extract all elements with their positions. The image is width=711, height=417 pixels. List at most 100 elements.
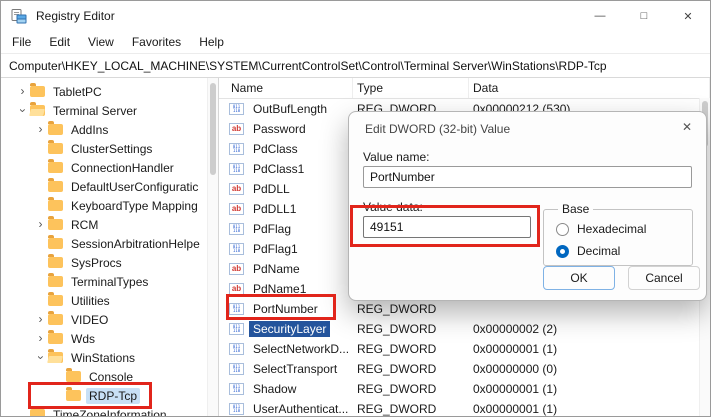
folder-icon <box>48 276 63 287</box>
value-name-text: PdClass1 <box>249 161 308 177</box>
tree-item-winstations[interactable]: › WinStations <box>1 348 207 367</box>
dialog-close-icon[interactable]: ✕ <box>682 120 692 134</box>
tree-item-label: ConnectionHandler <box>68 160 177 176</box>
value-name-text: PdFlag <box>249 221 295 237</box>
tree-item-tabletpc[interactable]: › TabletPC <box>1 82 207 101</box>
address-input[interactable]: Computer\HKEY_LOCAL_MACHINE\SYSTEM\Curre… <box>1 59 607 73</box>
minimize-button[interactable]: — <box>578 1 622 31</box>
tree-item-wds[interactable]: ›Wds <box>1 329 207 348</box>
value-name-cell: 011 110PdFlag <box>219 221 353 237</box>
radio-decimal[interactable]: Decimal <box>556 244 692 258</box>
base-radio-list: Hexadecimal Decimal <box>556 222 692 258</box>
tree-item-label: TabletPC <box>50 84 105 100</box>
value-name-cell: 011 110PortNumber <box>219 301 353 317</box>
value-row-portnumber[interactable]: 011 110PortNumberREG_DWORD <box>219 299 710 319</box>
tree-item-rcm[interactable]: ›RCM <box>1 215 207 234</box>
string-value-icon: ab <box>229 203 244 215</box>
dword-value-icon: 011 110 <box>229 143 244 155</box>
tree-item-defaultuserconfiguratic[interactable]: DefaultUserConfiguratic <box>1 177 207 196</box>
radio-hexadecimal[interactable]: Hexadecimal <box>556 222 692 236</box>
menu-favorites[interactable]: Favorites <box>123 32 190 52</box>
value-name-text: PdName <box>249 261 304 277</box>
tree-item-terminal-server[interactable]: › Terminal Server <box>1 101 207 120</box>
tree-item-timezoneinformation[interactable]: TimeZoneInformation <box>1 405 207 416</box>
list-header: NameTypeData <box>219 78 710 99</box>
value-type-text: REG_DWORD <box>353 342 469 356</box>
window-title: Registry Editor <box>36 9 115 23</box>
dialog-title: Edit DWORD (32-bit) Value <box>365 122 510 136</box>
value-name-cell: 011 110SecurityLayer <box>219 321 353 337</box>
chevron-collapsed-icon[interactable]: › <box>33 312 48 327</box>
folder-icon <box>66 371 81 382</box>
tree-item-connectionhandler[interactable]: ConnectionHandler <box>1 158 207 177</box>
column-header-type[interactable]: Type <box>353 78 469 98</box>
value-row-securitylayer[interactable]: 011 110SecurityLayerREG_DWORD0x00000002 … <box>219 319 710 339</box>
value-name-cell: 011 110Shadow <box>219 381 353 397</box>
tree-item-clustersettings[interactable]: ClusterSettings <box>1 139 207 158</box>
value-data-input[interactable]: 49151 <box>363 216 531 238</box>
dword-value-icon: 011 110 <box>229 403 244 415</box>
column-header-data[interactable]: Data <box>469 78 710 98</box>
value-name-text: PdFlag1 <box>249 241 302 257</box>
value-row-userauthenticat[interactable]: 011 110UserAuthenticat...REG_DWORD0x0000… <box>219 399 710 416</box>
chevron-expanded-icon[interactable]: › <box>33 350 48 365</box>
value-data-text: 0x00000002 (2) <box>469 322 710 336</box>
base-group: Base Hexadecimal Decimal <box>543 202 693 266</box>
value-name-field[interactable]: PortNumber <box>363 166 692 188</box>
tree-item-label: WinStations <box>68 350 138 366</box>
decimal-radio-icon[interactable] <box>556 245 569 258</box>
chevron-expanded-icon[interactable]: › <box>15 103 30 118</box>
folder-icon <box>48 333 63 344</box>
value-name-text: UserAuthenticat... <box>249 401 352 416</box>
tree-item-terminaltypes[interactable]: TerminalTypes <box>1 272 207 291</box>
tree-item-utilities[interactable]: Utilities <box>1 291 207 310</box>
tree-item-sessionarbitrationhelpe[interactable]: SessionArbitrationHelpe <box>1 234 207 253</box>
ok-button[interactable]: OK <box>543 266 615 290</box>
chevron-collapsed-icon[interactable]: › <box>33 122 48 137</box>
dword-value-icon: 011 110 <box>229 163 244 175</box>
cancel-button[interactable]: Cancel <box>628 266 700 290</box>
value-name-text: SecurityLayer <box>249 321 330 337</box>
value-data-text: 0x00000001 (1) <box>469 402 710 416</box>
value-name-cell: 011 110SelectNetworkD... <box>219 341 353 357</box>
folder-icon <box>48 162 63 173</box>
column-header-name[interactable]: Name <box>219 78 353 98</box>
tree-item-rdp-tcp[interactable]: RDP-Tcp <box>1 386 207 405</box>
open-folder-icon <box>30 105 45 116</box>
value-name-cell: 011 110 PdClass <box>219 141 353 157</box>
value-name-text: OutBufLength <box>249 101 331 117</box>
menu-view[interactable]: View <box>79 32 123 52</box>
tree-item-console[interactable]: Console <box>1 367 207 386</box>
value-name-text: PdClass <box>249 141 302 157</box>
value-row-selecttransport[interactable]: 011 110SelectTransportREG_DWORD0x0000000… <box>219 359 710 379</box>
tree-scrollbar[interactable] <box>207 78 218 416</box>
value-row-shadow[interactable]: 011 110ShadowREG_DWORD0x00000001 (1) <box>219 379 710 399</box>
registry-tree-panel: ›TabletPC›Terminal Server›AddInsClusterS… <box>1 78 207 416</box>
tree-scrollbar-thumb[interactable] <box>210 83 216 175</box>
tree-item-addins[interactable]: ›AddIns <box>1 120 207 139</box>
tree-item-keyboardtype-mapping[interactable]: KeyboardType Mapping <box>1 196 207 215</box>
menu-help[interactable]: Help <box>190 32 233 52</box>
tree-item-sysprocs[interactable]: SysProcs <box>1 253 207 272</box>
chevron-collapsed-icon[interactable]: › <box>33 217 48 232</box>
menu-file[interactable]: File <box>3 32 40 52</box>
tree-item-label: Terminal Server <box>50 103 140 119</box>
tree-item-label: RDP-Tcp <box>86 388 140 404</box>
value-name-cell: 011 110 UserAuthenticat... <box>219 401 353 416</box>
base-group-label: Base <box>558 202 593 216</box>
tree-item-video[interactable]: ›VIDEO <box>1 310 207 329</box>
maximize-button[interactable]: □ <box>622 1 666 31</box>
value-name-cell: abPdName <box>219 261 353 277</box>
value-row-selectnetworkd[interactable]: 011 110SelectNetworkD...REG_DWORD0x00000… <box>219 339 710 359</box>
folder-icon <box>48 181 63 192</box>
chevron-collapsed-icon[interactable]: › <box>33 331 48 346</box>
hexadecimal-radio-icon[interactable] <box>556 223 569 236</box>
folder-icon <box>48 143 63 154</box>
value-name-text: Shadow <box>249 381 300 397</box>
edit-dword-dialog: Edit DWORD (32-bit) Value ✕ Value name: … <box>348 111 707 301</box>
value-name-cell: 011 110OutBufLength <box>219 101 353 117</box>
chevron-collapsed-icon[interactable]: › <box>15 84 30 99</box>
folder-icon <box>66 390 81 401</box>
close-button[interactable]: ✕ <box>666 1 710 31</box>
menu-edit[interactable]: Edit <box>40 32 79 52</box>
